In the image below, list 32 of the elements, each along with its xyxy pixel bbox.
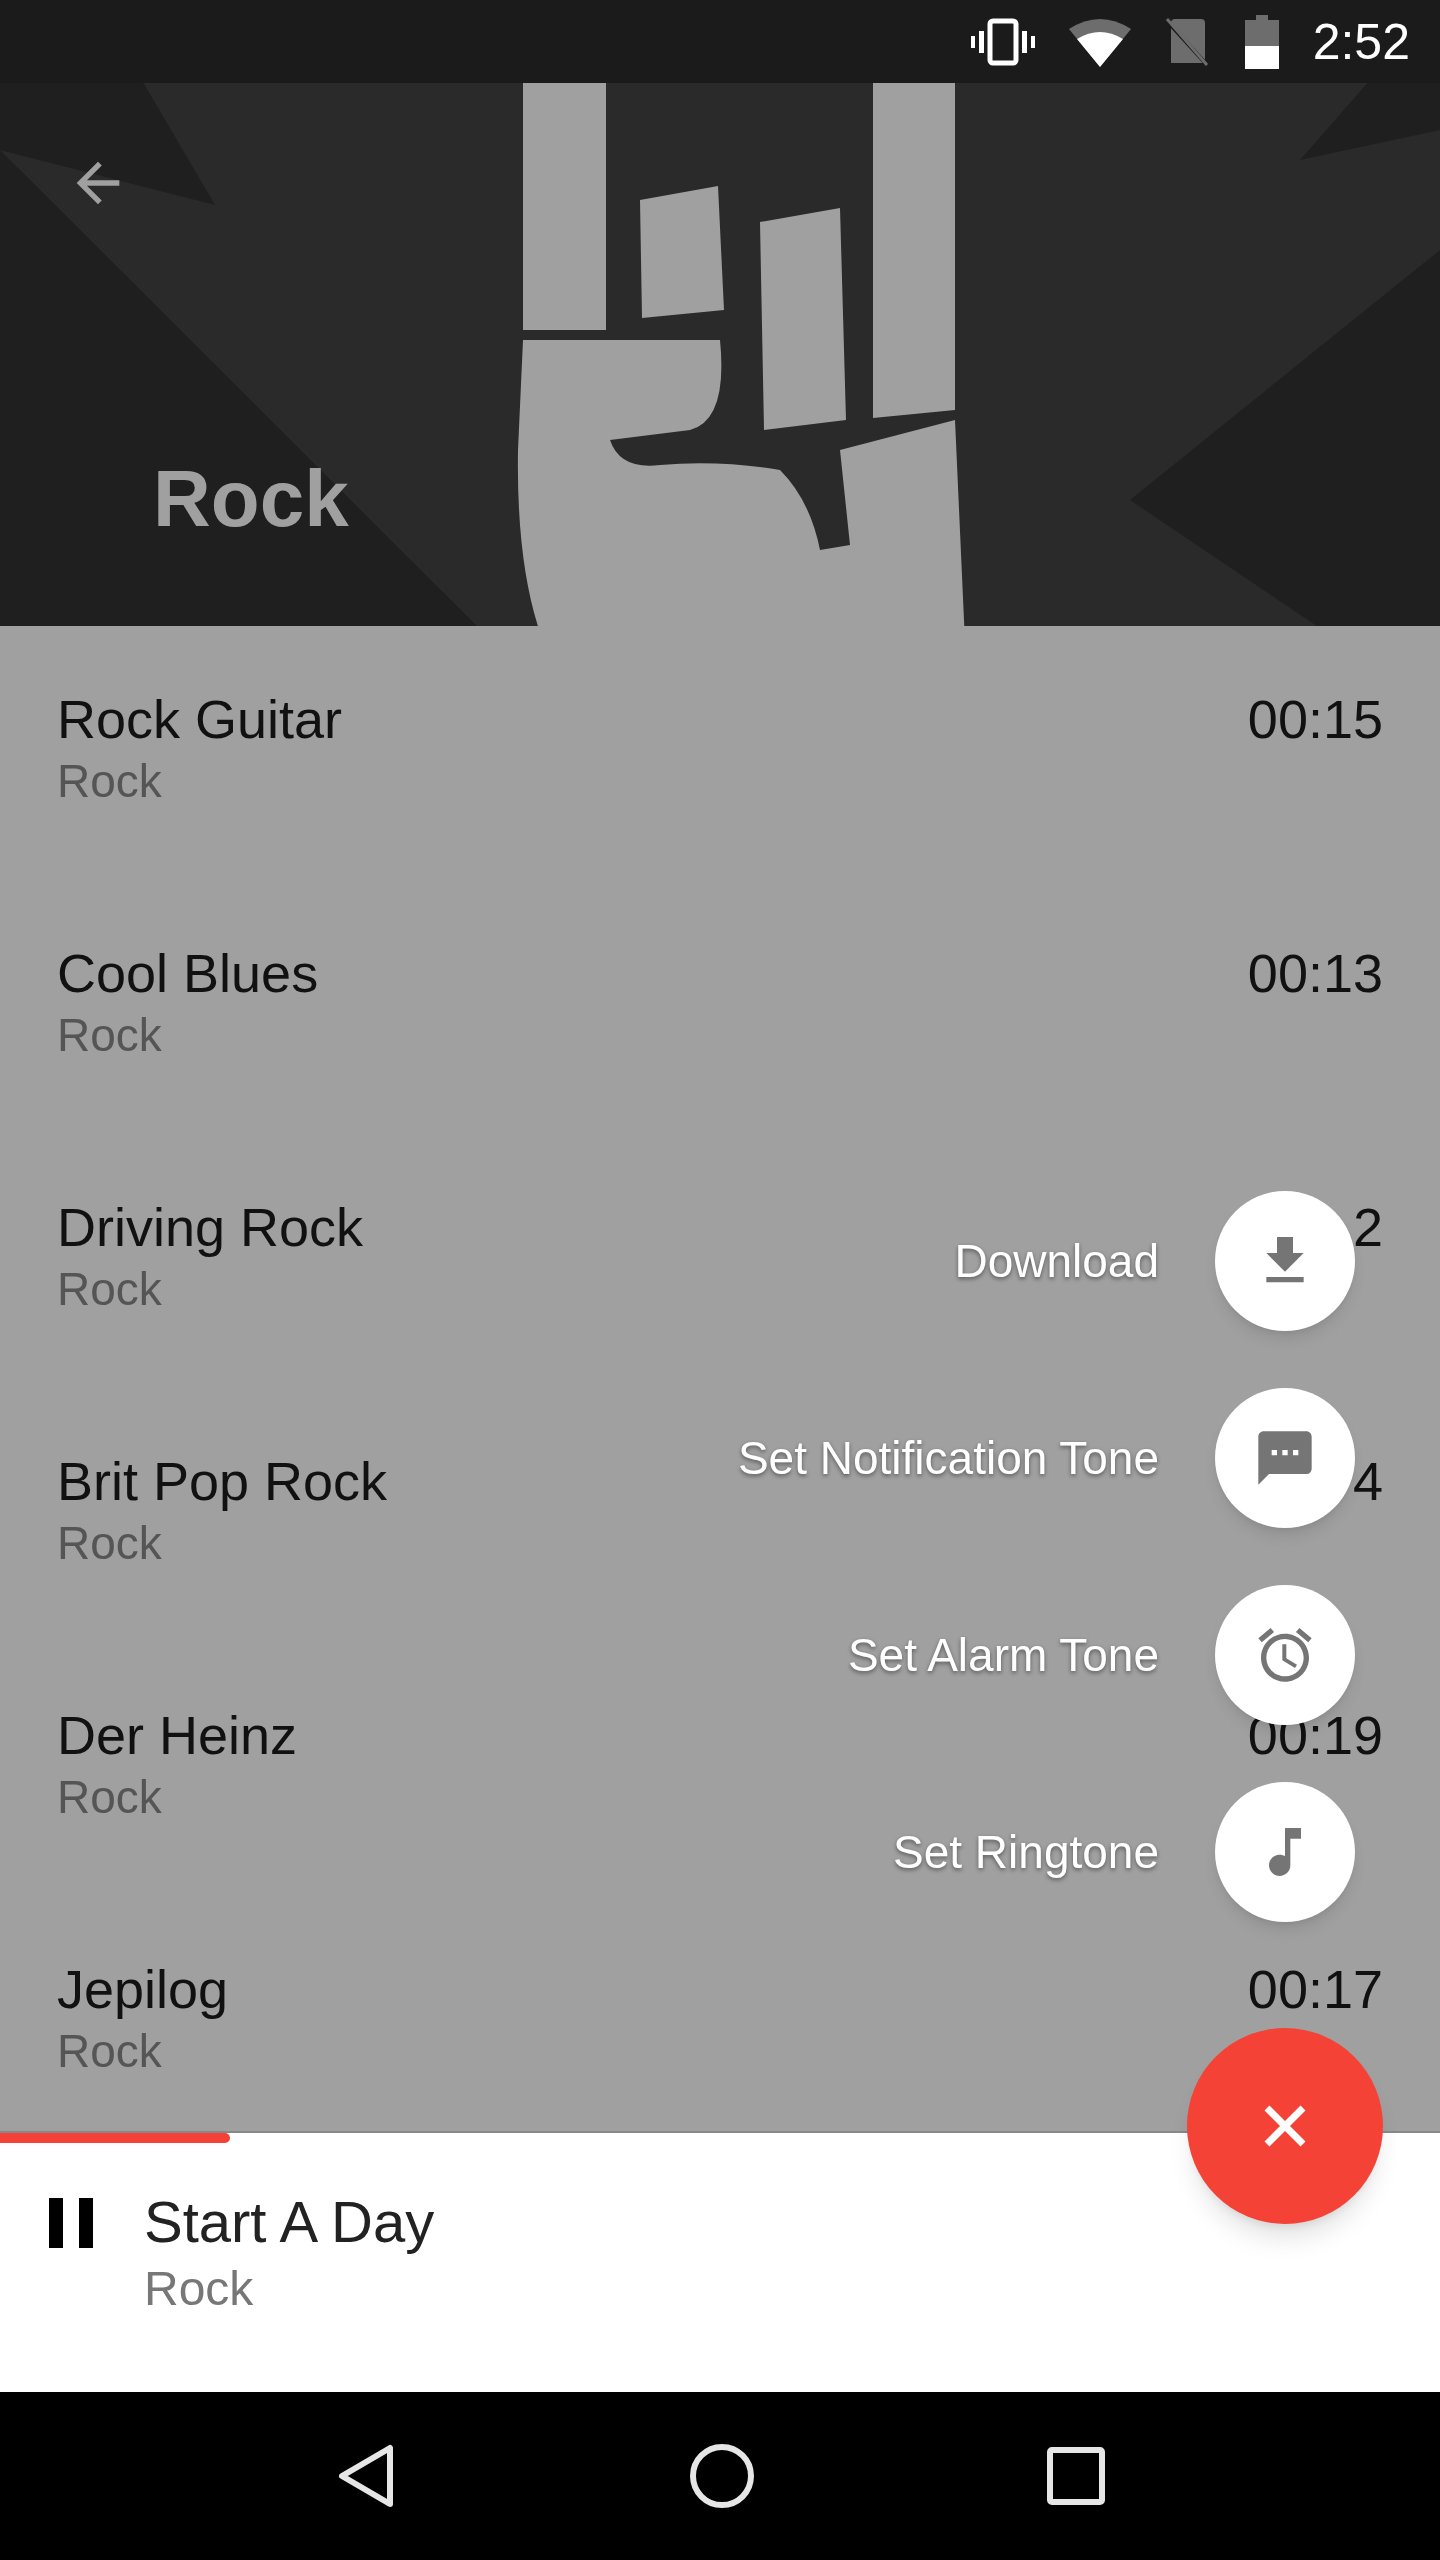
circle-icon [689, 2443, 755, 2509]
track-genre: Rock [57, 1520, 163, 1566]
now-playing-genre: Rock [144, 2265, 255, 2313]
pause-button[interactable] [48, 2197, 94, 2249]
triangle-icon [336, 2443, 396, 2509]
vibrate-icon [970, 16, 1035, 67]
track-genre: Rock [57, 2028, 163, 2074]
action-label: Set Notification Tone [737, 1435, 1159, 1481]
track-title: Rock Guitar [57, 692, 343, 746]
nav-home-button[interactable] [688, 2442, 756, 2510]
square-icon [1047, 2447, 1105, 2505]
track-duration: 2 [1352, 1200, 1383, 1254]
track-duration: 00:13 [1247, 946, 1383, 1000]
status-time: 2:52 [1312, 16, 1410, 67]
action-label: Download [954, 1238, 1159, 1284]
battery-icon [1244, 14, 1279, 69]
close-icon [1263, 2104, 1307, 2148]
track-duration: 00:15 [1247, 692, 1383, 746]
page-title: Rock [153, 459, 349, 539]
track-genre: Rock [57, 1012, 163, 1058]
wifi-icon [1068, 16, 1131, 67]
track-title: Cool Blues [57, 946, 319, 1000]
track-duration: 00:17 [1247, 1962, 1383, 2016]
pause-icon [49, 2198, 93, 2248]
track-genre: Rock [57, 1774, 163, 1820]
track-genre: Rock [57, 1266, 163, 1312]
track-title: Der Heinz [57, 1708, 298, 1762]
action-label: Set Alarm Tone [847, 1632, 1159, 1678]
no-sim-icon [1164, 16, 1211, 67]
track-genre: Rock [57, 758, 163, 804]
nav-recents-button[interactable] [1046, 2446, 1106, 2506]
track-duration: 4 [1352, 1454, 1383, 1508]
